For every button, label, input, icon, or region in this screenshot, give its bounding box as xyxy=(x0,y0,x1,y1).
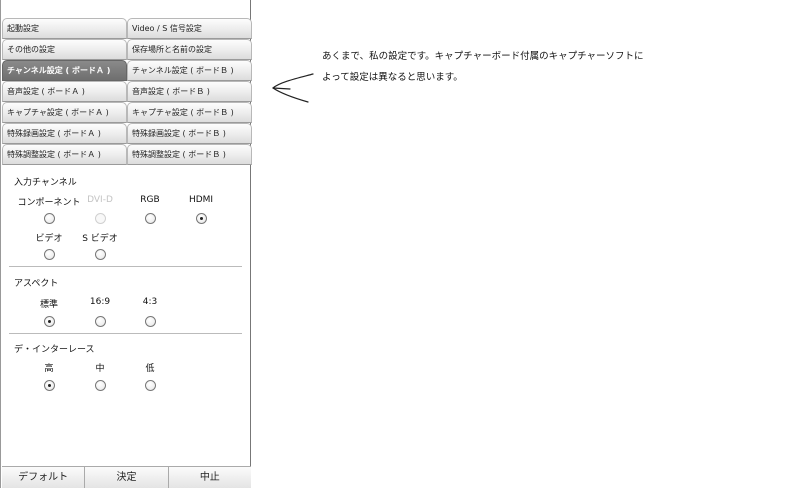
radio-aspect-4-3[interactable] xyxy=(145,316,156,327)
input-channel-title: 入力チャンネル xyxy=(14,178,77,188)
tab-special-record-board-b[interactable]: 特殊録画設定 ( ボードＢ ) xyxy=(127,123,252,144)
cancel-button[interactable]: 中止 xyxy=(168,467,251,488)
radio-dvi-d xyxy=(95,213,106,224)
note-line-2: よって設定は異なると思います。 xyxy=(322,72,463,83)
tab-row: チャンネル設定 ( ボードＡ ) チャンネル設定 ( ボードＢ ) xyxy=(2,60,252,81)
radio-aspect-16-9[interactable] xyxy=(95,316,106,327)
option-label-low: 低 xyxy=(145,364,155,374)
radio-s-video[interactable] xyxy=(95,249,106,260)
tab-audio-board-a[interactable]: 音声設定 ( ボードＡ ) xyxy=(2,81,127,102)
tab-row: その他の設定 保存場所と名前の設定 xyxy=(2,39,252,60)
tab-special-adjust-board-a[interactable]: 特殊調整設定 ( ボードＡ ) xyxy=(2,144,127,165)
option-label-hdmi: HDMI xyxy=(188,195,214,205)
tab-special-record-board-a[interactable]: 特殊録画設定 ( ボードＡ ) xyxy=(2,123,127,144)
ok-button[interactable]: 決定 xyxy=(85,467,169,488)
section-divider xyxy=(9,266,242,267)
tab-row: 特殊調整設定 ( ボードＡ ) 特殊調整設定 ( ボードＢ ) xyxy=(2,144,252,165)
tab-row: 音声設定 ( ボードＡ ) 音声設定 ( ボードＢ ) xyxy=(2,81,252,102)
settings-tabs: 起動設定 Video / S 信号設定 その他の設定 保存場所と名前の設定 チャ… xyxy=(2,18,252,165)
radio-deinterlace-low[interactable] xyxy=(145,380,156,391)
tab-row: 特殊録画設定 ( ボードＡ ) 特殊録画設定 ( ボードＢ ) xyxy=(2,123,252,144)
tab-capture-board-a[interactable]: キャプチャ設定 ( ボードＡ ) xyxy=(2,102,127,123)
tab-special-adjust-board-b[interactable]: 特殊調整設定 ( ボードＢ ) xyxy=(127,144,252,165)
note-line-1: あくまで、私の設定です。キャプチャーボード付属のキャプチャーソフトに xyxy=(322,51,644,62)
radio-deinterlace-medium[interactable] xyxy=(95,380,106,391)
tab-row: 起動設定 Video / S 信号設定 xyxy=(2,18,252,39)
option-label-4-3: 4:3 xyxy=(142,297,158,307)
option-label-s-video: S ビデオ xyxy=(82,234,118,244)
arrow-icon xyxy=(272,73,314,103)
tab-startup[interactable]: 起動設定 xyxy=(2,18,127,39)
aspect-title: アスペクト xyxy=(14,279,59,289)
tab-capture-board-b[interactable]: キャプチャ設定 ( ボードＢ ) xyxy=(127,102,252,123)
tab-save-location[interactable]: 保存場所と名前の設定 xyxy=(127,39,252,60)
footer-buttons: デフォルト 決定 中止 xyxy=(2,466,251,488)
radio-hdmi[interactable] xyxy=(196,213,207,224)
tab-video-s-signal[interactable]: Video / S 信号設定 xyxy=(127,18,252,39)
tab-row: キャプチャ設定 ( ボードＡ ) キャプチャ設定 ( ボードＢ ) xyxy=(2,102,252,123)
settings-panel: 起動設定 Video / S 信号設定 その他の設定 保存場所と名前の設定 チャ… xyxy=(0,0,252,488)
radio-rgb[interactable] xyxy=(145,213,156,224)
radio-aspect-standard[interactable] xyxy=(44,316,55,327)
tab-other[interactable]: その他の設定 xyxy=(2,39,127,60)
radio-deinterlace-high[interactable] xyxy=(44,380,55,391)
radio-video[interactable] xyxy=(44,249,55,260)
deinterlace-title: デ・インターレース xyxy=(14,345,95,355)
radio-component[interactable] xyxy=(44,213,55,224)
tab-channel-board-b[interactable]: チャンネル設定 ( ボードＢ ) xyxy=(127,60,252,81)
section-divider xyxy=(9,333,242,334)
tab-channel-board-a[interactable]: チャンネル設定 ( ボードＡ ) xyxy=(2,60,127,81)
tab-audio-board-b[interactable]: 音声設定 ( ボードＢ ) xyxy=(127,81,252,102)
default-button[interactable]: デフォルト xyxy=(2,467,86,488)
